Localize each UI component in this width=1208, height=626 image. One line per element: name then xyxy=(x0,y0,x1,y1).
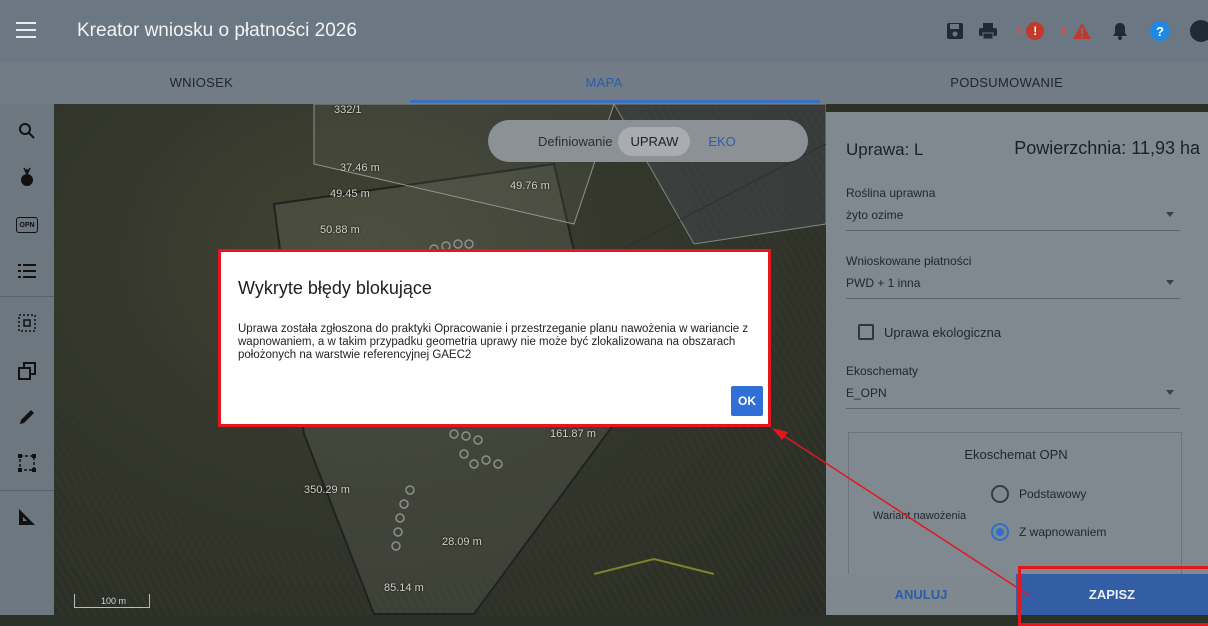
ecoschemes-value-row[interactable]: E_OPN xyxy=(846,386,1180,409)
toggle-prefix: Definiowanie xyxy=(538,133,613,149)
help-icon[interactable]: ? xyxy=(1150,21,1170,41)
opn-icon[interactable]: OPN xyxy=(14,212,40,238)
variant-label: Wariant nawożenia xyxy=(873,510,967,522)
organic-checkbox[interactable] xyxy=(858,324,874,340)
crop-label: Roślina uprawna xyxy=(846,186,936,200)
ecoschemes-value: E_OPN xyxy=(846,386,887,400)
toggle-option-eko[interactable]: EKO xyxy=(696,127,747,156)
dialog-message: Uprawa została zgłoszona do praktyki Opr… xyxy=(238,323,749,361)
variant-option-label: Z wapnowaniem xyxy=(1019,525,1107,539)
sidebar-divider xyxy=(0,296,54,297)
save-button-highlight xyxy=(1018,566,1208,626)
sidebar-divider xyxy=(0,490,54,491)
menu-icon[interactable] xyxy=(16,22,36,38)
cancel-button[interactable]: ANULUJ xyxy=(826,574,1016,615)
crop-value: żyto ozime xyxy=(846,208,904,222)
map-measure-label: 161.87 m xyxy=(550,428,596,440)
dialog-title: Wykryte błędy blokujące xyxy=(238,278,432,298)
select-area-icon[interactable] xyxy=(14,310,40,336)
tab-mapa[interactable]: MAPA xyxy=(403,62,806,104)
organic-checkbox-row[interactable]: Uprawa ekologiczna xyxy=(858,324,1001,340)
radio-button-selected[interactable] xyxy=(991,523,1009,541)
active-tab-indicator xyxy=(410,100,820,103)
payments-select[interactable]: Wnioskowane płatności PWD + 1 inna xyxy=(846,254,1180,299)
draw-polygon-icon[interactable] xyxy=(14,450,40,476)
opn-box-title: Ekoschemat OPN xyxy=(964,447,1068,462)
tab-wniosek[interactable]: WNIOSEK xyxy=(0,62,403,104)
map-measure-label: 50.88 m xyxy=(320,224,360,236)
variant-option-z-wapnowaniem[interactable]: Z wapnowaniem xyxy=(991,523,1106,541)
ecoschemes-label: Ekoschematy xyxy=(846,364,919,378)
ok-button[interactable]: OK xyxy=(731,386,763,416)
app-title: Kreator wniosku o płatności 2026 xyxy=(77,20,357,41)
payments-label: Wnioskowane płatności xyxy=(846,254,972,268)
chevron-down-icon[interactable] xyxy=(1166,212,1174,217)
payments-value-row[interactable]: PWD + 1 inna xyxy=(846,276,1180,299)
radio-button[interactable] xyxy=(991,485,1009,503)
search-icon[interactable] xyxy=(14,118,40,144)
map-scale-bar: 100 m xyxy=(74,594,150,608)
edit-pencil-icon[interactable] xyxy=(14,404,40,430)
warning-count: 1 xyxy=(1060,23,1068,39)
opn-ecoscheme-box: Ekoschemat OPN Wariant nawożenia Podstaw… xyxy=(848,432,1182,582)
variant-option-podstawowy[interactable]: Podstawowy xyxy=(991,485,1086,503)
opn-label: OPN xyxy=(16,217,38,233)
crop-select[interactable]: Roślina uprawna żyto ozime xyxy=(846,186,1180,231)
map-measure-label: 37.46 m xyxy=(340,162,380,174)
blocking-errors-dialog: Wykryte błędy blokujące Uprawa została z… xyxy=(218,249,771,427)
user-account-icon[interactable] xyxy=(1190,20,1208,42)
error-count: 4 xyxy=(1014,23,1023,39)
list-icon[interactable] xyxy=(14,258,40,284)
error-icon[interactable]: ! xyxy=(1026,22,1045,40)
notification-bell-icon[interactable] xyxy=(1112,22,1128,40)
map-measure-label: 49.76 m xyxy=(510,180,550,192)
top-toolbar: 4 ! 1 ? xyxy=(932,18,1208,44)
panel-area: Powierzchnia: 11,93 ha xyxy=(1014,138,1200,158)
map-measure-label: 28.09 m xyxy=(442,536,482,548)
payments-value: PWD + 1 inna xyxy=(846,276,921,290)
organic-label: Uprawa ekologiczna xyxy=(884,324,1002,340)
map-tools-sidebar: OPN xyxy=(0,104,54,615)
map-parcel-label: 332/1 xyxy=(334,104,362,116)
crop-details-panel: Uprawa: L Powierzchnia: 11,93 ha Roślina… xyxy=(826,112,1208,615)
crop-plant-icon[interactable] xyxy=(14,164,40,190)
toggle-option-upraw[interactable]: UPRAW xyxy=(618,126,691,156)
top-bar: Kreator wniosku o płatności 2026 4 ! 1 ? xyxy=(0,0,1208,62)
definition-mode-toggle: Definiowanie UPRAW EKO xyxy=(488,120,808,162)
print-icon[interactable] xyxy=(978,22,998,40)
ecoschemes-select[interactable]: Ekoschematy E_OPN xyxy=(846,364,1180,409)
crop-value-row[interactable]: żyto ozime xyxy=(846,208,1180,231)
save-icon[interactable] xyxy=(946,22,964,40)
chevron-down-icon[interactable] xyxy=(1166,390,1174,395)
main-tabs: WNIOSEK MAPA PODSUMOWANIE xyxy=(0,62,1208,104)
map-measure-label: 49.45 m xyxy=(330,188,370,200)
map-measure-label: 350.29 m xyxy=(304,484,350,496)
map-measure-label: 85.14 m xyxy=(384,582,424,594)
warning-icon[interactable] xyxy=(1072,22,1092,40)
copy-shape-icon[interactable] xyxy=(14,358,40,384)
chevron-down-icon[interactable] xyxy=(1166,280,1174,285)
measure-ruler-icon[interactable] xyxy=(14,504,40,530)
variant-option-label: Podstawowy xyxy=(1019,487,1087,501)
tab-podsumowanie[interactable]: PODSUMOWANIE xyxy=(805,62,1208,104)
panel-title: Uprawa: L xyxy=(846,140,924,159)
